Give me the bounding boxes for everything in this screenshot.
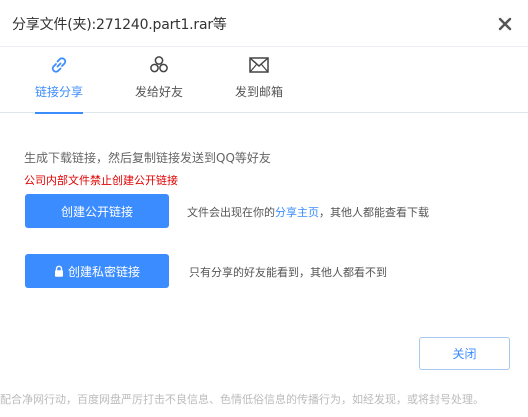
- close-icon[interactable]: [494, 13, 516, 35]
- lock-icon: [54, 265, 63, 277]
- dialog-title: 分享文件(夹):271240.part1.rar等: [12, 17, 227, 33]
- share-hint: 生成下载链接，然后复制链接发送到QQ等好友: [24, 151, 271, 165]
- link-icon: [51, 57, 67, 73]
- public-desc-suffix: ，其他人都能查看下载: [319, 206, 429, 219]
- private-link-description: 只有分享的好友能看到，其他人都看不到: [189, 266, 387, 279]
- friends-icon: [150, 56, 168, 73]
- share-tabs: 链接分享 发给好友 发到邮箱: [0, 47, 528, 114]
- tab-send-friends-label: 发给好友: [134, 85, 183, 99]
- share-dialog: 分享文件(夹):271240.part1.rar等 链接分享 发给好友 发到邮箱…: [0, 0, 528, 417]
- mail-icon: [249, 57, 269, 73]
- create-private-link-button[interactable]: 创建私密链接: [25, 254, 169, 288]
- create-public-link-button[interactable]: 创建公开链接: [25, 194, 169, 228]
- share-homepage-link[interactable]: 分享主页: [275, 206, 319, 219]
- public-desc-prefix: 文件会出现在你的: [187, 206, 275, 219]
- tab-link-share-label: 链接分享: [34, 85, 83, 99]
- dialog-titlebar: 分享文件(夹):271240.part1.rar等: [0, 0, 528, 47]
- public-link-description: 文件会出现在你的分享主页，其他人都能查看下载: [187, 204, 429, 220]
- tab-send-email[interactable]: 发到邮箱: [214, 47, 304, 113]
- warning-text: 公司内部文件禁止创建公开链接: [24, 174, 178, 187]
- footer-notice: 配合净网行动，百度网盘严厉打击不良信息、色情低俗信息的传播行为，如经发现，或将封…: [0, 393, 484, 406]
- tab-link-share[interactable]: 链接分享: [14, 47, 104, 114]
- tab-send-email-label: 发到邮箱: [234, 85, 283, 99]
- create-private-link-label: 创建私密链接: [67, 264, 140, 279]
- tab-send-friends[interactable]: 发给好友: [114, 47, 204, 113]
- close-button[interactable]: 关闭: [419, 337, 510, 370]
